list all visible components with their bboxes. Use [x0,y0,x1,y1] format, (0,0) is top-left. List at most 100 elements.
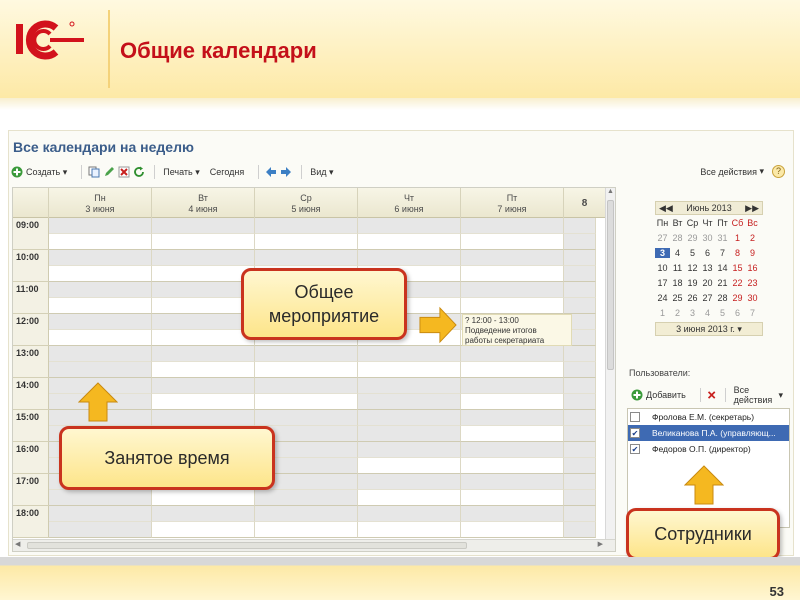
mini-calendar-day[interactable]: 12 [685,263,700,273]
busy-time-slot[interactable] [49,362,152,378]
mini-calendar-day[interactable]: 30 [745,293,760,303]
busy-time-slot[interactable] [358,426,461,442]
busy-time-slot[interactable] [49,314,152,330]
busy-time-slot[interactable] [358,218,461,234]
free-time-slot[interactable] [152,490,255,506]
free-time-slot[interactable] [152,522,255,538]
busy-time-slot[interactable] [461,378,564,394]
busy-time-slot[interactable] [461,250,564,266]
busy-time-slot[interactable] [564,218,596,234]
mini-calendar-day[interactable]: 3 [685,308,700,318]
mini-calendar-day[interactable]: 10 [655,263,670,273]
mini-calendar-day[interactable]: 29 [685,233,700,243]
scroll-thumb[interactable] [27,542,467,549]
busy-time-slot[interactable] [49,250,152,266]
create-button[interactable]: Создать ▾ [9,164,69,180]
free-time-slot[interactable] [255,394,358,410]
print-button[interactable]: Печать ▾ [161,165,202,180]
day-header[interactable]: 8 [564,188,606,218]
mini-calendar-day[interactable]: 7 [715,248,730,258]
busy-time-slot[interactable] [564,298,596,314]
busy-time-slot[interactable] [152,282,255,298]
mini-calendar-day[interactable]: 20 [700,278,715,288]
busy-time-slot[interactable] [255,378,358,394]
free-time-slot[interactable] [152,234,255,250]
calendar-event[interactable]: ? 12:00 - 13:00 Подведение итогов работы… [462,314,572,346]
mini-calendar-day[interactable]: 27 [655,233,670,243]
busy-time-slot[interactable] [564,394,596,410]
mini-calendar-day[interactable]: 14 [715,263,730,273]
busy-time-slot[interactable] [152,218,255,234]
mini-calendar-date-field[interactable]: 3 июня 2013 г. ▾ [655,322,763,336]
arrow-left-icon[interactable] [265,166,277,178]
today-button[interactable]: Сегодня [208,165,247,179]
busy-time-slot[interactable] [358,474,461,490]
busy-time-slot[interactable] [49,522,152,538]
busy-time-slot[interactable] [358,442,461,458]
mini-calendar-day[interactable]: 1 [655,308,670,318]
busy-time-slot[interactable] [564,410,596,426]
free-time-slot[interactable] [49,234,152,250]
next-year-icon[interactable]: ▶▶ [745,203,759,214]
busy-time-slot[interactable] [255,218,358,234]
busy-time-slot[interactable] [358,410,461,426]
busy-time-slot[interactable] [461,346,564,362]
mini-calendar-day[interactable]: 5 [715,308,730,318]
user-checkbox[interactable]: ✔ [630,444,640,454]
free-time-slot[interactable] [461,298,564,314]
busy-time-slot[interactable] [564,506,596,522]
user-list-item[interactable]: Фролова Е.М. (секретарь) [628,409,789,425]
mini-calendar-day[interactable]: 24 [655,293,670,303]
mini-calendar-day[interactable]: 19 [685,278,700,288]
free-time-slot[interactable] [49,266,152,282]
mini-calendar-day[interactable]: 2 [745,233,760,243]
free-time-slot[interactable] [461,362,564,378]
busy-time-slot[interactable] [564,378,596,394]
free-time-slot[interactable] [461,426,564,442]
busy-time-slot[interactable] [461,218,564,234]
mini-calendar-day[interactable]: 1 [730,233,745,243]
mini-calendar-day[interactable]: 4 [670,248,685,258]
busy-time-slot[interactable] [358,378,461,394]
delete-icon[interactable] [707,389,716,401]
user-list-item[interactable]: ✔ Федоров О.П. (директор) [628,441,789,457]
mini-calendar-day[interactable]: 30 [700,233,715,243]
free-time-slot[interactable] [461,490,564,506]
mini-calendar-day[interactable]: 13 [700,263,715,273]
busy-time-slot[interactable] [564,282,596,298]
free-time-slot[interactable] [358,490,461,506]
free-time-slot[interactable] [255,362,358,378]
mini-calendar-day[interactable]: 11 [670,263,685,273]
busy-time-slot[interactable] [358,394,461,410]
busy-time-slot[interactable] [152,314,255,330]
busy-time-slot[interactable] [49,346,152,362]
busy-time-slot[interactable] [358,250,461,266]
mini-calendar-day[interactable]: 21 [715,278,730,288]
busy-time-slot[interactable] [564,234,596,250]
week-calendar-grid[interactable]: Пн 3 июня Вт 4 июня Ср 5 июня Чт 6 июня Пт 7 июня… [12,187,616,552]
day-header[interactable]: Вт 4 июня [152,188,255,218]
busy-time-slot[interactable] [564,474,596,490]
mini-calendar-day[interactable]: 28 [715,293,730,303]
busy-time-slot[interactable] [152,410,255,426]
busy-time-slot[interactable] [461,474,564,490]
add-user-button[interactable]: Добавить [629,387,688,403]
mini-calendar-day[interactable]: 27 [700,293,715,303]
scroll-left-icon[interactable]: ◀ [15,540,20,548]
busy-time-slot[interactable] [255,346,358,362]
users-all-actions-button[interactable]: Все действия ▾ [732,383,785,407]
busy-time-slot[interactable] [461,282,564,298]
mini-calendar-day[interactable]: 3 [655,247,670,258]
free-time-slot[interactable] [358,458,461,474]
mini-calendar-day[interactable]: 4 [700,308,715,318]
free-time-slot[interactable] [255,522,358,538]
free-time-slot[interactable] [461,394,564,410]
user-checkbox[interactable] [630,412,640,422]
busy-time-slot[interactable] [49,218,152,234]
all-actions-button[interactable]: Все действия ▾ [698,164,766,179]
busy-time-slot[interactable] [255,410,358,426]
mini-calendar-day[interactable]: 22 [730,278,745,288]
free-time-slot[interactable] [461,266,564,282]
mini-calendar-day[interactable]: 8 [730,248,745,258]
free-time-slot[interactable] [461,234,564,250]
